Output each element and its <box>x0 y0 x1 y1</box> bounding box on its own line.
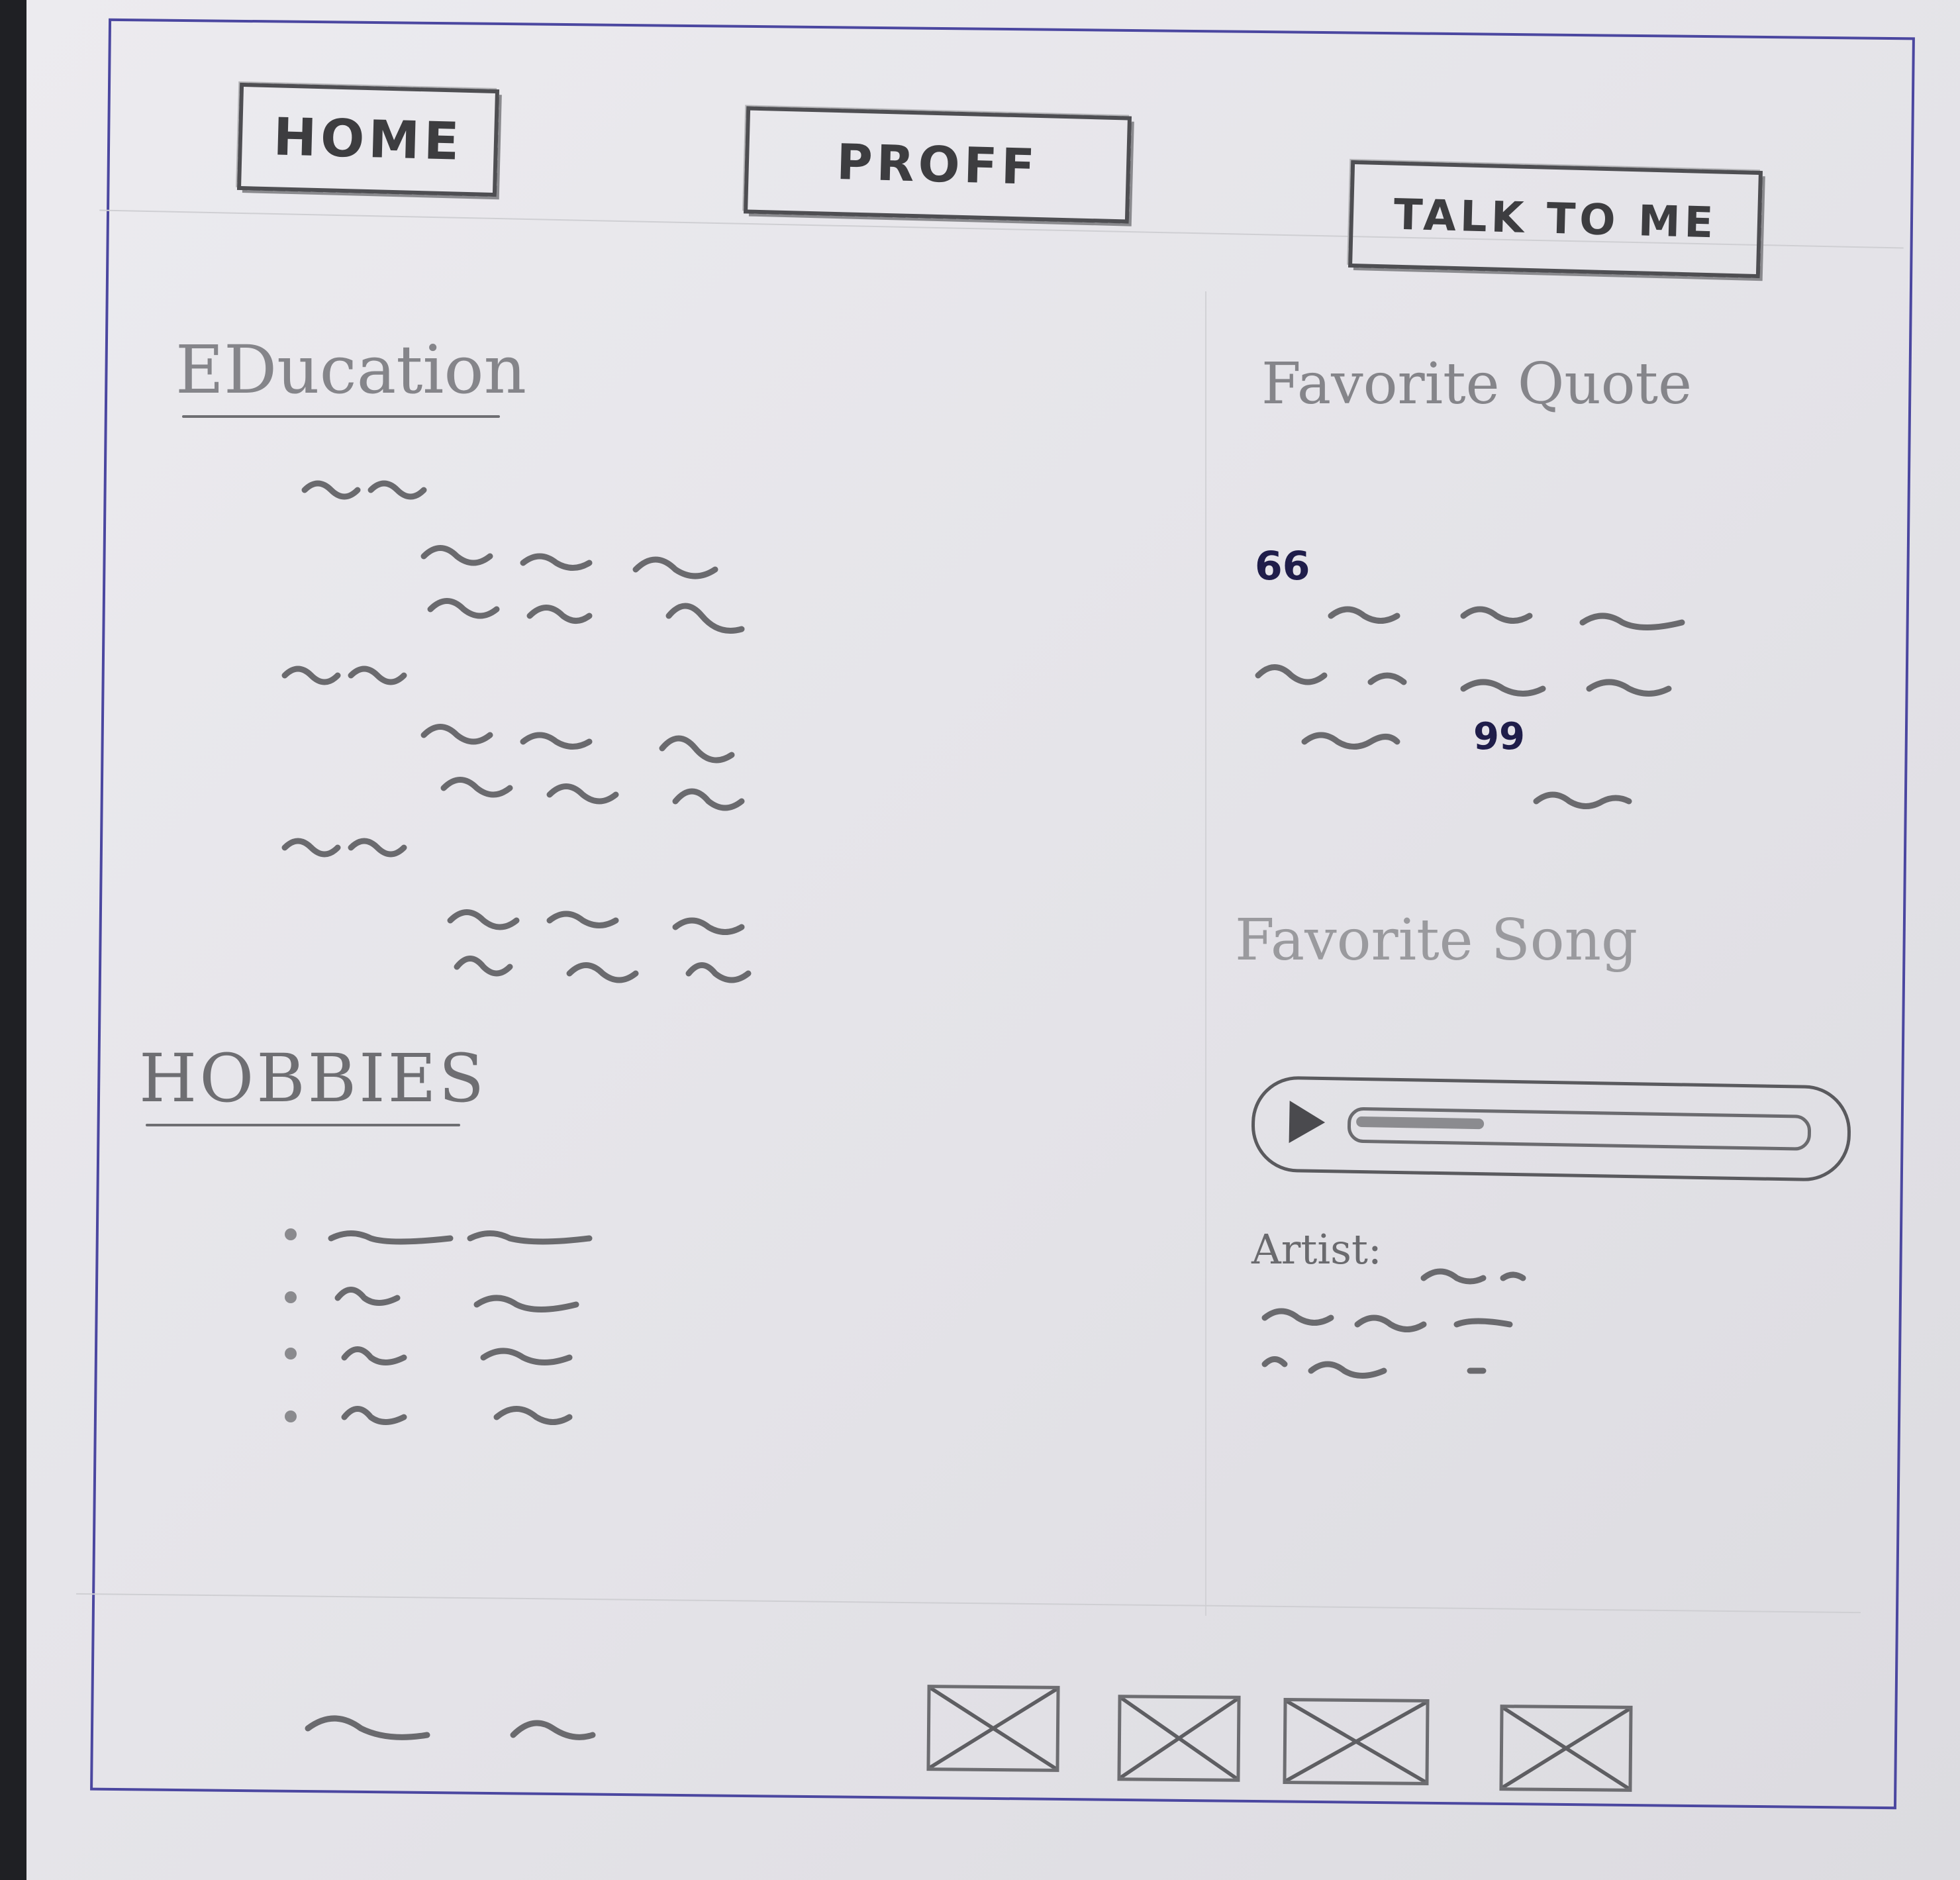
desk-edge <box>0 0 26 1880</box>
bullet-icon <box>285 1410 297 1422</box>
squiggle-line <box>1533 791 1632 809</box>
squiggle-line <box>341 1406 573 1425</box>
education-placeholder-text-2 <box>447 909 752 983</box>
close-quote-mark: 99 <box>1473 715 1525 758</box>
bullet-icon <box>285 1348 297 1360</box>
hobbies-underline <box>146 1124 461 1126</box>
bullet-icon <box>285 1228 297 1240</box>
squiggle-line <box>1261 1308 1513 1332</box>
education-heading-text: EDucation <box>175 331 526 409</box>
squiggle-line <box>420 545 718 579</box>
nav-talk-to-me-button[interactable]: TALK TO ME <box>1348 160 1763 279</box>
squiggle-line <box>1420 1268 1526 1285</box>
nav-profile-button[interactable]: PROFF <box>743 106 1132 224</box>
hobbies-placeholder-text <box>328 1230 593 1425</box>
image-placeholder-icon <box>930 1688 1057 1769</box>
favorite-quote-heading-text: Favorite Quote <box>1261 351 1692 417</box>
play-icon[interactable] <box>1289 1101 1326 1144</box>
education-heading: EDucation <box>175 331 526 418</box>
squiggle-line <box>281 838 407 858</box>
social-image-placeholder-1[interactable] <box>926 1685 1060 1772</box>
column-divider <box>1205 291 1206 1616</box>
squiggle-line <box>440 777 745 811</box>
squiggle-line <box>341 1346 573 1365</box>
audio-player <box>1250 1075 1852 1182</box>
wireframe-frame <box>90 18 1915 1810</box>
squiggle-line <box>281 666 407 685</box>
squiggle-line <box>1301 732 1400 750</box>
image-placeholder-icon <box>1502 1708 1630 1789</box>
progress-bar[interactable] <box>1347 1107 1812 1151</box>
education-placeholder-text <box>281 480 745 858</box>
squiggle-line <box>334 1287 579 1312</box>
social-image-placeholder-3[interactable] <box>1283 1698 1430 1785</box>
squiggle-line <box>1261 1356 1487 1379</box>
image-placeholder-icon <box>1286 1701 1426 1782</box>
squiggle-line <box>301 480 427 500</box>
squiggle-line <box>510 1720 596 1740</box>
favorite-song-heading: Favorite Song <box>1235 907 1638 973</box>
squiggle-line <box>447 909 745 935</box>
squiggle-line <box>1255 664 1672 697</box>
hobbies-heading: HOBBIES <box>139 1040 487 1126</box>
education-underline <box>182 415 500 418</box>
quote-placeholder-text <box>1255 606 1685 809</box>
squiggle-line <box>454 956 752 983</box>
squiggle-line <box>420 724 735 764</box>
hobbies-heading-text: HOBBIES <box>139 1040 487 1117</box>
squiggle-line <box>328 1230 593 1245</box>
squiggle-line <box>1328 606 1685 630</box>
social-image-placeholder-2[interactable] <box>1117 1695 1241 1782</box>
squiggle-line <box>305 1715 430 1740</box>
image-placeholder-icon <box>1120 1698 1238 1779</box>
footer-placeholder-text <box>305 1715 596 1740</box>
bullet-icon <box>285 1291 297 1303</box>
progress-fill <box>1356 1116 1485 1130</box>
nav-home-button[interactable]: HOME <box>236 82 500 197</box>
song-meta-placeholder-text <box>1261 1268 1526 1379</box>
social-image-placeholder-4[interactable] <box>1499 1705 1633 1792</box>
favorite-quote-heading: Favorite Quote <box>1261 351 1692 417</box>
squiggle-line <box>427 598 745 634</box>
favorite-song-heading-text: Favorite Song <box>1235 907 1638 973</box>
